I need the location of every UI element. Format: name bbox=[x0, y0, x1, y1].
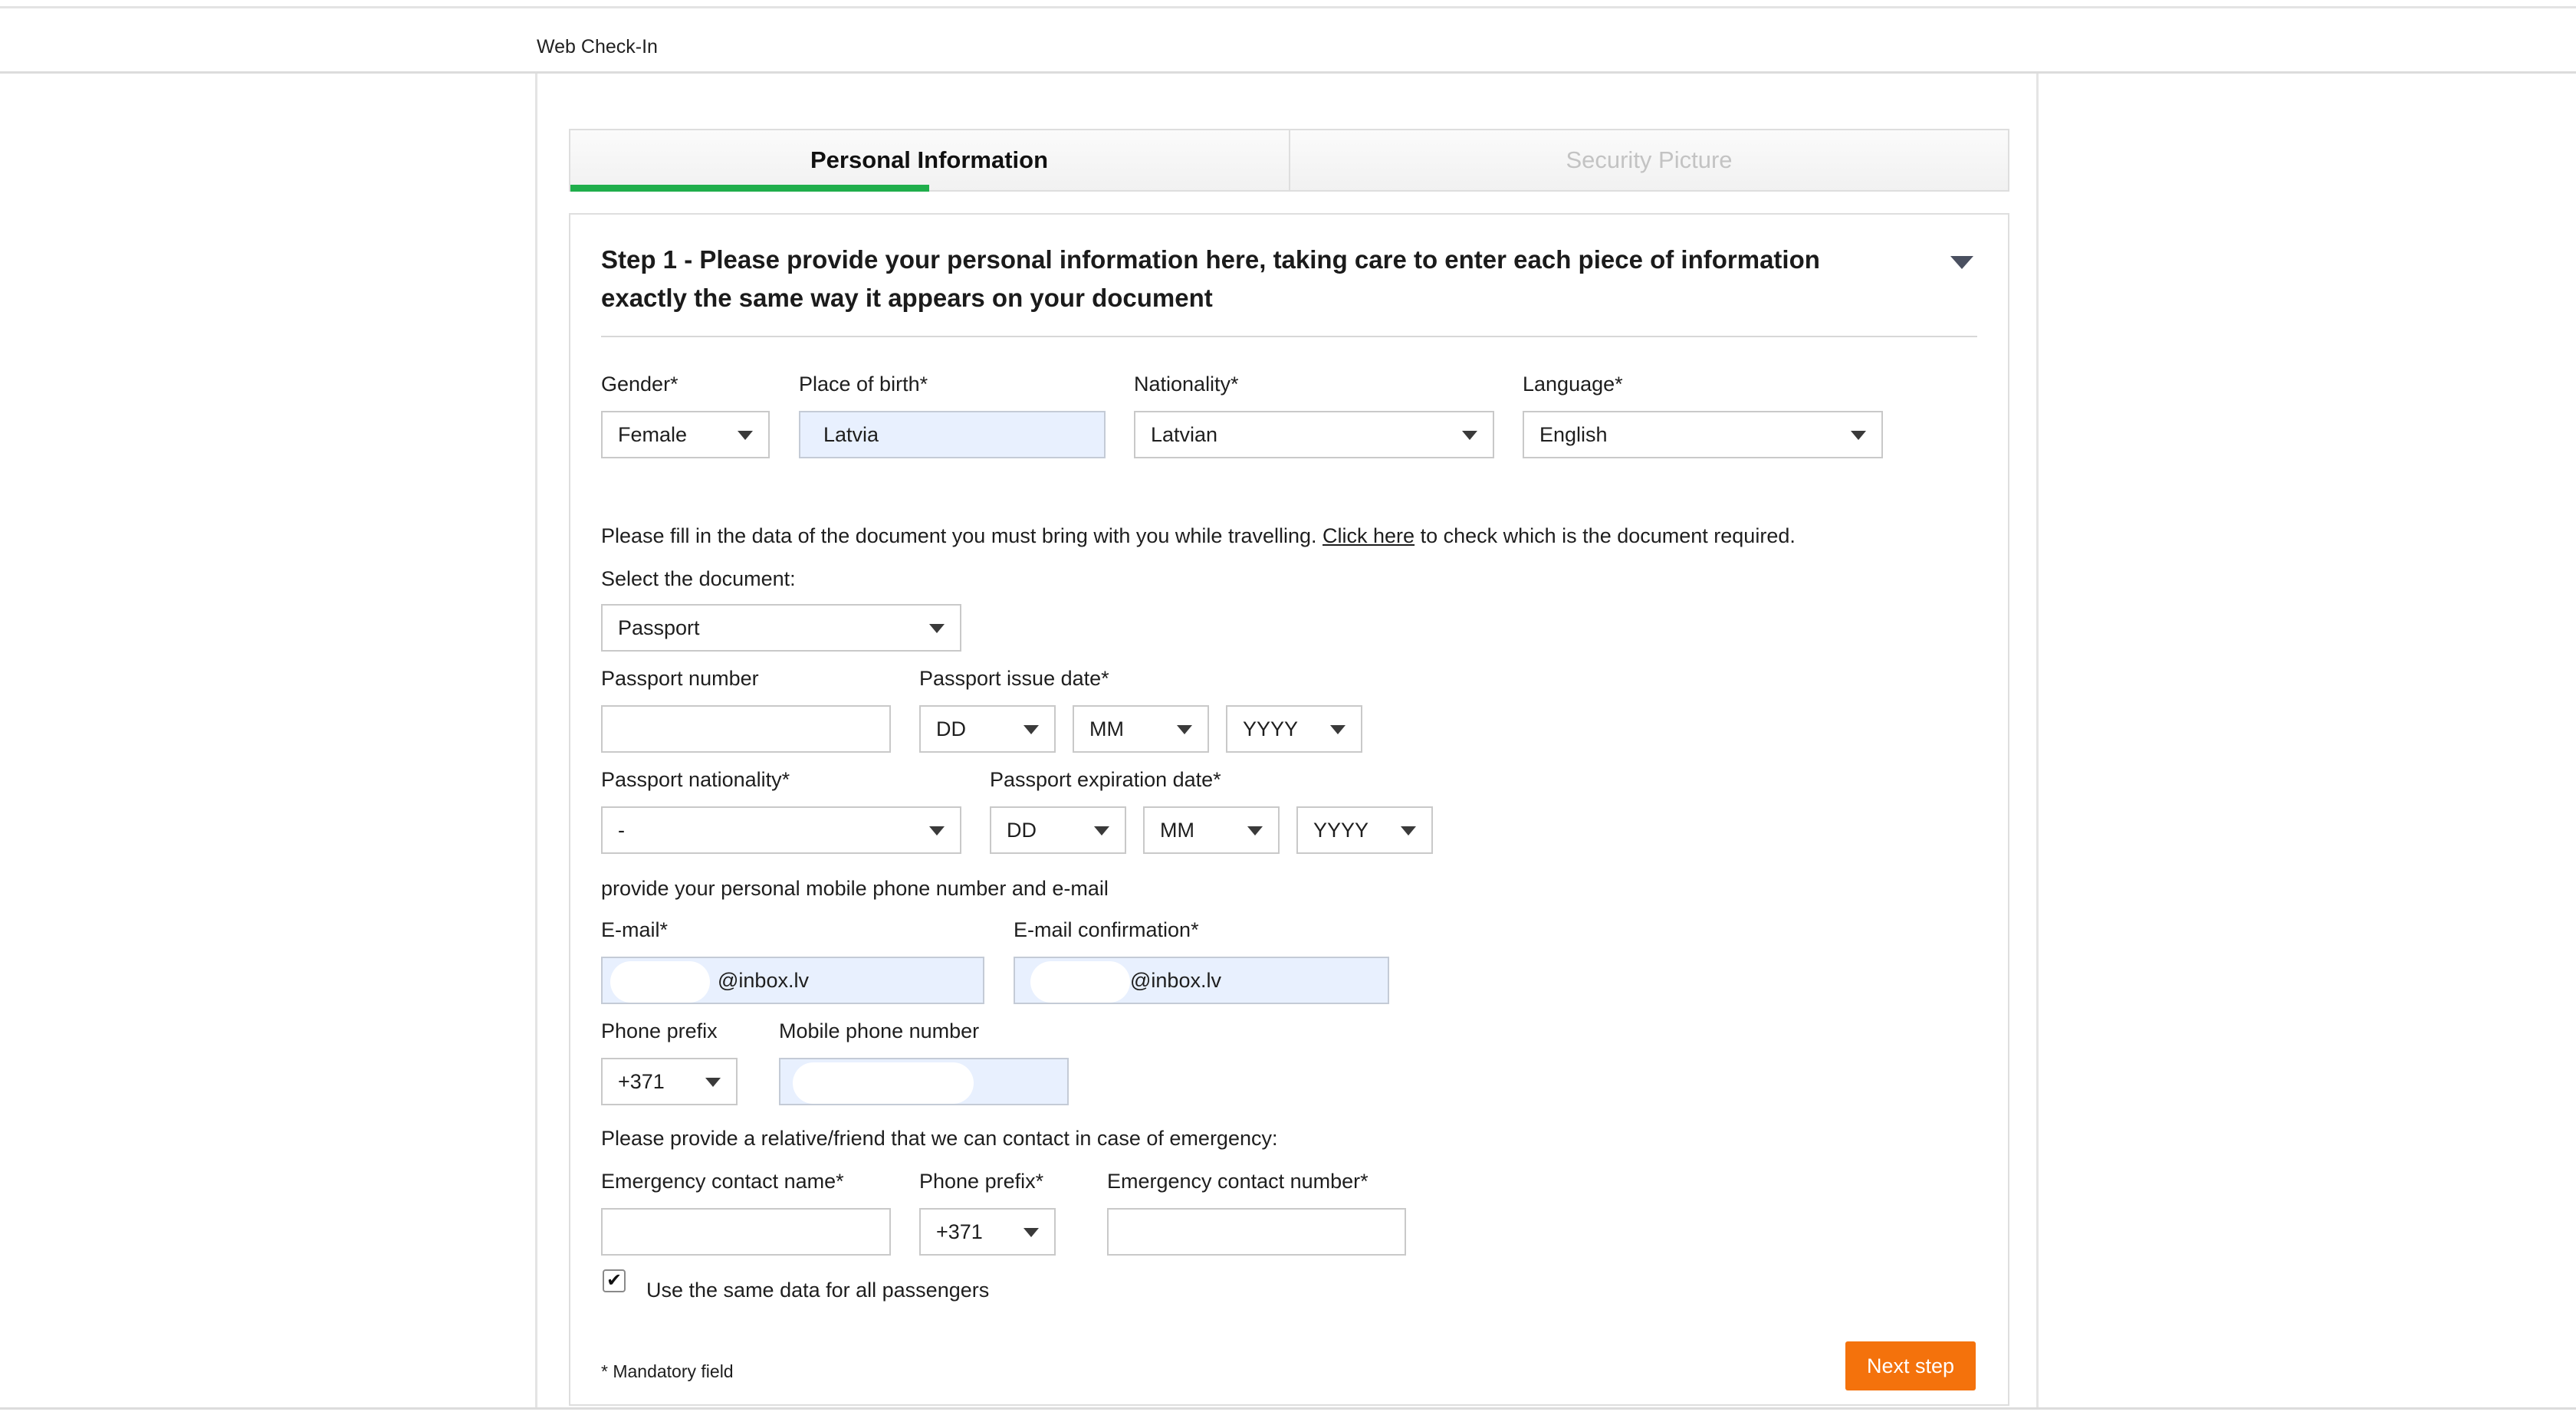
passport-issue-date-label: Passport issue date* bbox=[919, 667, 1109, 690]
gender-value: Female bbox=[618, 422, 688, 446]
collapse-chevron-icon[interactable] bbox=[1950, 256, 1973, 269]
document-info-suffix: to check which is the document required. bbox=[1420, 524, 1796, 547]
nationality-select[interactable]: Latvian bbox=[1134, 411, 1494, 458]
emergency-prefix-value: +371 bbox=[936, 1220, 983, 1243]
passport-nationality-value: - bbox=[618, 818, 625, 842]
issue-month-value: MM bbox=[1089, 717, 1124, 740]
document-required-link[interactable]: Click here bbox=[1322, 524, 1414, 547]
chevron-down-icon bbox=[1462, 431, 1477, 440]
email-confirmation-value: @inbox.lv bbox=[1130, 968, 1221, 992]
chevron-down-icon bbox=[1177, 725, 1192, 734]
tab-progress-bar bbox=[570, 185, 929, 192]
header-bar: Web Check-In bbox=[0, 8, 2576, 74]
emergency-number-input[interactable] bbox=[1107, 1208, 1406, 1256]
nationality-label: Nationality* bbox=[1134, 373, 1239, 396]
divider bbox=[601, 336, 1977, 337]
chevron-down-icon bbox=[705, 1078, 721, 1087]
place-of-birth-value: Latvia bbox=[823, 422, 879, 446]
language-value: English bbox=[1539, 422, 1608, 446]
chevron-down-icon bbox=[1024, 725, 1039, 734]
language-select[interactable]: English bbox=[1523, 411, 1883, 458]
chevron-down-icon bbox=[1247, 826, 1263, 836]
redaction-mask bbox=[1030, 961, 1130, 1003]
emergency-prefix-label: Phone prefix* bbox=[919, 1170, 1044, 1193]
emergency-name-label: Emergency contact name* bbox=[601, 1170, 844, 1193]
document-info: Please fill in the data of the document … bbox=[601, 524, 1796, 548]
document-type-select[interactable]: Passport bbox=[601, 604, 961, 652]
nationality-value: Latvian bbox=[1151, 422, 1218, 446]
tab-personal-information[interactable]: Personal Information bbox=[570, 130, 1288, 190]
phone-prefix-value: +371 bbox=[618, 1069, 665, 1093]
emergency-prefix-select[interactable]: +371 bbox=[919, 1208, 1056, 1256]
phone-prefix-label: Phone prefix bbox=[601, 1019, 718, 1042]
chevron-down-icon bbox=[929, 624, 945, 633]
chevron-down-icon bbox=[1851, 431, 1866, 440]
same-data-label: Use the same data for all passengers bbox=[646, 1279, 990, 1302]
gender-select[interactable]: Female bbox=[601, 411, 770, 458]
document-info-prefix: Please fill in the data of the document … bbox=[601, 524, 1317, 547]
step-title: Step 1 - Please provide your personal in… bbox=[601, 245, 1820, 312]
expiration-year-value: YYYY bbox=[1313, 818, 1369, 842]
mandatory-field-note: * Mandatory field bbox=[601, 1361, 734, 1381]
expiration-year-select[interactable]: YYYY bbox=[1296, 806, 1433, 854]
issue-month-select[interactable]: MM bbox=[1073, 705, 1209, 753]
step-tabs: Personal Information Security Picture bbox=[569, 129, 2009, 192]
phone-prefix-select[interactable]: +371 bbox=[601, 1058, 738, 1105]
emergency-name-input[interactable] bbox=[601, 1208, 891, 1256]
place-of-birth-input[interactable]: Latvia bbox=[799, 411, 1106, 458]
email-confirmation-input[interactable]: @inbox.lv bbox=[1014, 957, 1389, 1004]
passport-nationality-label: Passport nationality* bbox=[601, 768, 790, 791]
issue-year-value: YYYY bbox=[1243, 717, 1299, 740]
email-value: @inbox.lv bbox=[718, 968, 809, 992]
email-confirmation-label: E-mail confirmation* bbox=[1014, 918, 1199, 941]
personal-info-form: Step 1 - Please provide your personal in… bbox=[569, 213, 2009, 1406]
same-data-checkbox[interactable]: ✔ bbox=[603, 1269, 626, 1292]
passport-number-input[interactable] bbox=[601, 705, 891, 753]
emergency-number-label: Emergency contact number* bbox=[1107, 1170, 1368, 1193]
tab-security-picture[interactable]: Security Picture bbox=[1289, 130, 2008, 190]
select-document-label: Select the document: bbox=[601, 567, 796, 590]
content-right-border bbox=[2036, 74, 2039, 1407]
redaction-mask bbox=[793, 1062, 974, 1104]
chevron-down-icon bbox=[1330, 725, 1346, 734]
chevron-down-icon bbox=[738, 431, 753, 440]
email-input[interactable]: @inbox.lv bbox=[601, 957, 984, 1004]
passport-number-label: Passport number bbox=[601, 667, 759, 690]
contact-intro: provide your personal mobile phone numbe… bbox=[601, 877, 1109, 900]
gender-label: Gender* bbox=[601, 373, 678, 396]
redaction-mask bbox=[610, 961, 710, 1003]
passport-nationality-select[interactable]: - bbox=[601, 806, 961, 854]
bottom-border bbox=[0, 1407, 2576, 1410]
expiration-day-select[interactable]: DD bbox=[990, 806, 1126, 854]
issue-day-value: DD bbox=[936, 717, 966, 740]
mobile-number-input[interactable] bbox=[779, 1058, 1069, 1105]
next-step-button[interactable]: Next step bbox=[1845, 1341, 1976, 1390]
chevron-down-icon bbox=[1024, 1228, 1039, 1237]
emergency-intro: Please provide a relative/friend that we… bbox=[601, 1127, 1278, 1150]
place-of-birth-label: Place of birth* bbox=[799, 373, 928, 396]
passport-expiration-date-label: Passport expiration date* bbox=[990, 768, 1221, 791]
checkmark-icon: ✔ bbox=[606, 1270, 623, 1291]
chevron-down-icon bbox=[929, 826, 945, 836]
issue-year-select[interactable]: YYYY bbox=[1226, 705, 1362, 753]
expiration-month-select[interactable]: MM bbox=[1143, 806, 1280, 854]
expiration-month-value: MM bbox=[1160, 818, 1194, 842]
chevron-down-icon bbox=[1094, 826, 1109, 836]
document-type-value: Passport bbox=[618, 616, 700, 639]
email-label: E-mail* bbox=[601, 918, 669, 941]
content-left-border bbox=[535, 74, 537, 1407]
language-label: Language* bbox=[1523, 373, 1623, 396]
page-title: Web Check-In bbox=[537, 36, 658, 57]
expiration-day-value: DD bbox=[1007, 818, 1037, 842]
issue-day-select[interactable]: DD bbox=[919, 705, 1056, 753]
mobile-number-label: Mobile phone number bbox=[779, 1019, 980, 1042]
chevron-down-icon bbox=[1401, 826, 1416, 836]
